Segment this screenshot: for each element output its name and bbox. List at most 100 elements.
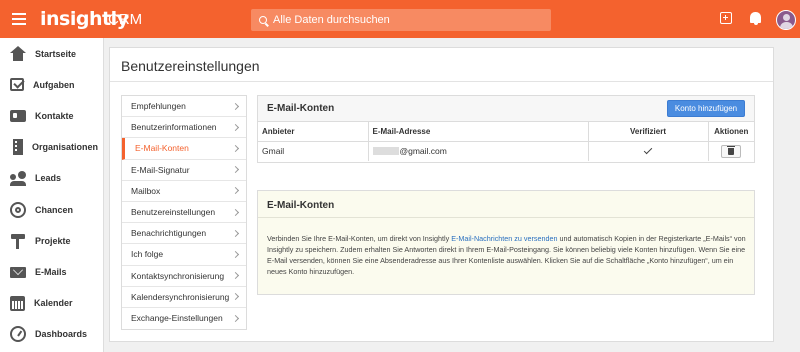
email-cell: @gmail.com (368, 141, 589, 161)
mail-icon (10, 267, 26, 279)
menu-item-label: E-Mail-Konten (135, 143, 189, 154)
menu-icon[interactable] (12, 13, 26, 25)
sidebar-item-kontakte[interactable]: Kontakte (0, 100, 103, 131)
verified-cell (588, 141, 709, 161)
info-panel: E-Mail-Konten Verbinden Sie Ihre E-Mail-… (257, 190, 755, 295)
calendar-icon (10, 295, 25, 311)
sidebar-item-aufgaben[interactable]: Aufgaben (0, 69, 103, 100)
panel-title: E-Mail-Konten (267, 103, 335, 114)
main-panel: Benutzereinstellungen Empfehlungen Benut… (109, 47, 774, 342)
settings-menu-item-active[interactable]: E-Mail-Konten (122, 138, 246, 160)
menu-item-label: Mailbox (131, 185, 161, 196)
sidebar-item-label: Kontakte (35, 110, 74, 121)
task-icon (10, 78, 24, 92)
provider-cell: Gmail (258, 141, 369, 161)
sidebar-item-chancen[interactable]: Chancen (0, 194, 103, 225)
column-header: Verifiziert (588, 122, 709, 142)
sidebar-item-label: Startseite (35, 48, 77, 59)
chevron-right-icon (231, 229, 240, 237)
settings-menu-item[interactable]: Exchange-Einstellungen (122, 308, 246, 329)
divider (110, 81, 773, 82)
leads-icon (10, 170, 26, 187)
menu-item-label: Kalendersynchronisierung (131, 291, 230, 302)
sidebar-item-kalender[interactable]: Kalender (0, 288, 103, 319)
table-row: Gmail @gmail.com (258, 141, 754, 161)
menu-item-label: E-Mail-Signatur (131, 164, 190, 175)
column-header: E-Mail-Adresse (368, 122, 589, 142)
settings-menu-item[interactable]: E-Mail-Signatur (122, 160, 246, 181)
contact-icon (10, 109, 26, 122)
page-title: Benutzereinstellungen (121, 58, 260, 74)
sidebar-item-projekte[interactable]: Projekte (0, 225, 103, 256)
email-accounts-panel: E-Mail-Konten Konto hinzufügen Anbieter … (257, 95, 755, 163)
sidebar-item-label: Projekte (35, 235, 71, 246)
menu-item-label: Exchange-Einstellungen (131, 313, 223, 324)
info-text-part: Verbinden Sie Ihre E-Mail-Konten, um dir… (267, 234, 452, 243)
sidebar-item-label: Leads (35, 173, 62, 184)
add-account-button[interactable]: Konto hinzufügen (667, 100, 745, 117)
sidebar-item-label: E-Mails (35, 266, 67, 277)
settings-menu-item[interactable]: Kontaktsynchronisierung (122, 266, 246, 287)
chevron-right-icon (231, 208, 240, 216)
sidebar-item-dashboards[interactable]: Dashboards (0, 319, 103, 350)
sidebar-item-organisationen[interactable]: Organisationen (0, 132, 103, 163)
target-icon (10, 201, 26, 218)
search-placeholder: Alle Daten durchsuchen (273, 14, 390, 26)
sidebar-item-startseite[interactable]: Startseite (0, 38, 103, 69)
menu-item-label: Ich folge (131, 249, 164, 260)
product-name: CRM (108, 11, 143, 28)
settings-menu-item[interactable]: Benutzerinformationen (122, 117, 246, 139)
chevron-right-icon (231, 293, 240, 301)
panel-header: E-Mail-Konten Konto hinzufügen (258, 96, 754, 122)
chevron-right-icon (231, 250, 240, 258)
menu-item-label: Empfehlungen (131, 101, 186, 112)
trash-icon (727, 145, 736, 155)
chevron-right-icon (231, 187, 240, 195)
settings-menu-item[interactable]: Benachrichtigungen (122, 223, 246, 245)
search-input[interactable]: Alle Daten durchsuchen (251, 9, 551, 31)
sidebar-item-label: Kalender (34, 298, 73, 309)
bell-icon[interactable] (750, 12, 761, 25)
menu-item-label: Kontaktsynchronisierung (131, 270, 225, 281)
search-icon (259, 16, 267, 24)
send-emails-link[interactable]: E-Mail-Nachrichten zu versenden (451, 234, 557, 243)
sidebar-item-label: Organisationen (32, 142, 99, 153)
chevron-right-icon (231, 123, 240, 131)
settings-menu-item[interactable]: Kalendersynchronisierung (122, 287, 246, 308)
chevron-right-icon (231, 166, 240, 174)
hammer-icon (10, 233, 26, 249)
dashboard-icon (10, 326, 26, 343)
info-title: E-Mail-Konten (267, 200, 335, 211)
building-icon (13, 139, 23, 156)
settings-menu-item[interactable]: Ich folge (122, 244, 246, 266)
settings-menu-item[interactable]: Mailbox (122, 181, 246, 202)
delete-account-button[interactable] (721, 144, 742, 158)
table-header-row: Anbieter E-Mail-Adresse Verifiziert Akti… (258, 122, 754, 142)
email-accounts-table: Anbieter E-Mail-Adresse Verifiziert Akti… (258, 122, 754, 161)
sidebar-item-label: Chancen (35, 204, 74, 215)
menu-item-label: Benutzereinstellungen (131, 207, 216, 218)
settings-menu-item[interactable]: Benutzereinstellungen (122, 202, 246, 224)
sidebar-item-label: Aufgaben (33, 79, 75, 90)
sidebar-item-label: Dashboards (35, 329, 88, 340)
redacted-text (372, 147, 399, 156)
sidebar: Startseite Aufgaben Kontakte Organisatio… (0, 38, 104, 352)
actions-cell (708, 141, 754, 161)
top-bar: insightly CRM Alle Daten durchsuchen (0, 0, 800, 38)
chevron-right-icon (231, 102, 240, 110)
sidebar-item-emails[interactable]: E-Mails (0, 256, 103, 287)
info-text: Verbinden Sie Ihre E-Mail-Konten, um dir… (267, 233, 747, 277)
home-icon (10, 45, 26, 62)
avatar[interactable] (776, 10, 796, 30)
menu-item-label: Benachrichtigungen (131, 228, 207, 239)
chevron-right-icon (231, 272, 240, 280)
settings-menu-item[interactable]: Empfehlungen (122, 96, 246, 118)
email-suffix: @gmail.com (399, 146, 447, 157)
add-icon[interactable] (720, 12, 732, 24)
settings-menu: Empfehlungen Benutzerinformationen E-Mai… (121, 95, 247, 331)
column-header: Aktionen (708, 122, 754, 142)
column-header: Anbieter (258, 122, 369, 142)
sidebar-item-leads[interactable]: Leads (0, 163, 103, 194)
chevron-right-icon (231, 144, 240, 153)
check-icon (643, 146, 653, 155)
